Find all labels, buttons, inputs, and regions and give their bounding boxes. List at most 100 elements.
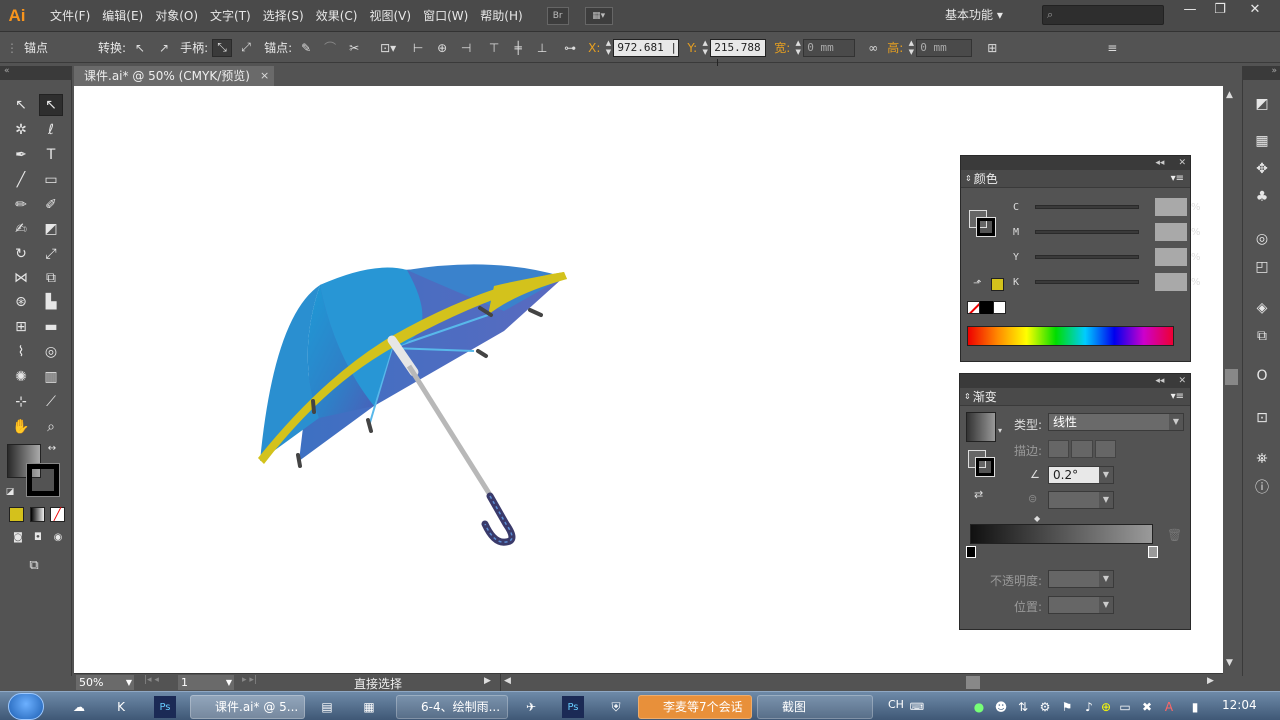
display-icon[interactable]: ▭ <box>1114 696 1136 718</box>
perspective-grid-tool-icon[interactable]: ▙ <box>39 291 63 313</box>
photoshop-icon[interactable]: Ps <box>154 696 176 718</box>
gradient-slider[interactable] <box>970 524 1153 544</box>
status-menu-icon[interactable]: ▶ <box>484 676 491 686</box>
yellow-field[interactable] <box>1155 248 1187 266</box>
type-tool-icon[interactable]: T <box>39 144 63 166</box>
magenta-field[interactable] <box>1155 223 1187 241</box>
collapse-icon[interactable]: ◂◂ <box>1155 376 1164 386</box>
hide-handles-icon[interactable]: ⤢ <box>236 39 256 57</box>
ime-indicator[interactable]: CH <box>888 698 904 711</box>
menu-type[interactable]: 文字(T) <box>204 0 257 32</box>
file-icon[interactable]: ▤ <box>316 696 338 718</box>
gradient-stop-gray[interactable] <box>1148 546 1158 558</box>
show-handles-icon[interactable]: ⤡ <box>212 38 233 57</box>
dock-collapse-icon[interactable]: » <box>1243 66 1280 80</box>
collapse-icon[interactable]: ◂◂ <box>1155 158 1164 168</box>
gradient-tool-icon[interactable]: ▬ <box>39 316 63 338</box>
acrobat-icon[interactable]: A <box>1158 696 1180 718</box>
panel-toggle-icon[interactable]: ⇕ <box>964 392 971 401</box>
panel-menu-icon[interactable]: ▾≡ <box>1171 173 1184 184</box>
height-field[interactable]: 0 mm <box>916 38 973 57</box>
cyan-slider[interactable] <box>1035 205 1139 209</box>
vertical-scrollbar[interactable]: ▲ ▼ <box>1223 86 1240 673</box>
transform-icon[interactable]: ⊞ <box>982 39 1002 57</box>
layers-icon[interactable]: ◈ <box>1252 298 1272 318</box>
black-slider[interactable] <box>1035 280 1139 284</box>
pin-icon[interactable]: ✈ <box>520 696 542 718</box>
remove-anchor-icon[interactable]: ✎ <box>296 39 316 57</box>
keyboard-icon[interactable]: ⌨ <box>906 696 928 718</box>
photoshop-icon[interactable]: Ps <box>562 696 584 718</box>
panel-close-icon[interactable]: ✕ <box>1178 376 1186 386</box>
gradient-type-select[interactable]: 线性 ▼ <box>1048 413 1184 431</box>
menu-view[interactable]: 视图(V) <box>363 0 417 32</box>
constrain-link-icon[interactable]: ∞ <box>863 39 883 57</box>
wechat-icon[interactable]: ● <box>968 696 990 718</box>
cloud-icon[interactable]: ☁ <box>68 696 90 718</box>
stroke-along-button[interactable] <box>1071 440 1093 458</box>
menu-file[interactable]: 文件(F) <box>44 0 96 32</box>
taskbar-chat[interactable]: 李麦等7个会话 <box>638 695 752 719</box>
stroke-across-button[interactable] <box>1094 440 1116 458</box>
align-top-icon[interactable]: ⊤ <box>484 39 504 57</box>
draw-behind-icon[interactable]: ◘ <box>29 529 47 545</box>
artboard-canvas[interactable]: ◂◂ ✕ ⇕ 颜色 ▾≡ C % M % Y % K % ⬏ ◂◂ ✕ ⇕ 渐变… <box>74 86 1223 673</box>
magenta-slider[interactable] <box>1035 230 1139 234</box>
midpoint-marker-icon[interactable]: ◆ <box>1034 514 1040 523</box>
screen-mode-icon[interactable]: ⧉ <box>22 554 46 576</box>
gradient-preview-swatch[interactable] <box>966 412 996 442</box>
flag-icon[interactable]: ⚑ <box>1056 696 1078 718</box>
panel-menu-icon[interactable]: ▾≡ <box>1171 391 1184 402</box>
close-window-button[interactable]: ✕ <box>1240 2 1270 20</box>
height-spinner[interactable]: ▲ ▼ <box>906 39 916 57</box>
magic-wand-tool-icon[interactable]: ✲ <box>9 119 33 141</box>
color-spectrum[interactable] <box>967 326 1174 346</box>
brushes-icon[interactable]: ✥ <box>1252 159 1272 179</box>
location-field[interactable]: ▼ <box>1048 596 1114 614</box>
gradient-stroke-swatch[interactable] <box>975 457 995 477</box>
opentype-icon[interactable]: O <box>1252 366 1272 386</box>
clock[interactable]: 12:04 <box>1222 698 1257 712</box>
horizontal-scroll-thumb[interactable] <box>966 676 980 689</box>
eyedropper-tool-icon[interactable]: ⌇ <box>9 341 33 363</box>
y-spinner[interactable]: ▲ ▼ <box>700 39 710 57</box>
eraser-tool-icon[interactable]: ◩ <box>39 218 63 240</box>
gradient-preset-icon[interactable]: ▾ <box>998 426 1002 435</box>
symbols-icon[interactable]: ♣ <box>1252 187 1272 207</box>
free-transform-tool-icon[interactable]: ⧉ <box>39 267 63 289</box>
out-of-gamut-icon[interactable]: ⬏ <box>973 278 981 289</box>
cyan-field[interactable] <box>1155 198 1187 216</box>
restore-button[interactable]: ❐ <box>1205 2 1235 20</box>
menu-object[interactable]: 对象(O) <box>149 0 204 32</box>
minimize-button[interactable]: — <box>1175 2 1205 20</box>
direct-selection-tool-icon[interactable]: ↖ <box>39 94 63 116</box>
search-input[interactable]: ⌕ <box>1042 5 1164 25</box>
white-swatch[interactable] <box>993 301 1006 314</box>
reference-point-icon[interactable]: ⊶ <box>560 39 580 57</box>
network-icon[interactable]: ⇅ <box>1012 696 1034 718</box>
scroll-left-icon[interactable]: ◀ <box>504 676 511 686</box>
line-tool-icon[interactable]: ╱ <box>9 169 33 191</box>
rectangle-tool-icon[interactable]: ▭ <box>39 169 63 191</box>
rotate-tool-icon[interactable]: ↻ <box>9 243 33 265</box>
zoom-select[interactable]: 50% ▼ <box>76 675 134 690</box>
draw-inside-icon[interactable]: ◉ <box>49 529 67 545</box>
swatches-icon[interactable]: ▦ <box>1252 131 1272 151</box>
settings-icon[interactable]: ⚙ <box>1034 696 1056 718</box>
width-tool-icon[interactable]: ⋈ <box>9 267 33 289</box>
horizontal-scrollbar[interactable]: ◀ ▶ <box>500 674 1220 691</box>
navigator-icon[interactable]: ⛯ <box>1252 449 1272 469</box>
wifi-icon[interactable]: ▮ <box>1184 696 1206 718</box>
draw-normal-icon[interactable]: ◙ <box>9 529 27 545</box>
color-mode-button[interactable] <box>9 507 24 522</box>
gradient-mode-button[interactable] <box>30 507 45 522</box>
column-graph-tool-icon[interactable]: ▥ <box>39 366 63 388</box>
artboard-tool-icon[interactable]: ⊹ <box>9 391 33 413</box>
align-left-icon[interactable]: ⊢ <box>408 39 428 57</box>
shield-icon[interactable]: ⛨ <box>605 696 627 718</box>
pencil-tool-icon[interactable]: ✐ <box>39 194 63 216</box>
none-mode-button[interactable]: ╱ <box>50 507 65 522</box>
convert-smooth-icon[interactable]: ↗ <box>154 39 174 57</box>
black-swatch[interactable] <box>980 301 993 314</box>
taskbar-illustrator[interactable]: 课件.ai* @ 5... <box>190 695 305 719</box>
